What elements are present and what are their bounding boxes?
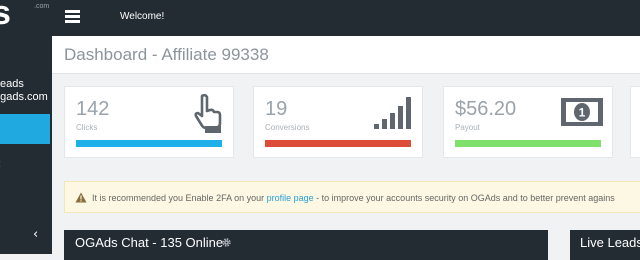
- hamburger-icon[interactable]: [65, 10, 80, 23]
- stat-value: $56.20: [455, 98, 517, 120]
- page-title: Dashboard - Affiliate 99338: [64, 45, 269, 64]
- alert-text-before: It is recommended you Enable 2FA on your: [92, 193, 267, 203]
- sidebar-collapse-icon[interactable]: ‹: [33, 227, 38, 242]
- stat-card-payout: $56.20 Payout 1: [443, 86, 613, 158]
- sidebar-item[interactable]: :: [0, 158, 1, 170]
- svg-text:1: 1: [579, 106, 586, 120]
- stat-value: 19: [265, 98, 288, 120]
- stat-label: Payout: [455, 123, 480, 132]
- logo[interactable]: s: [0, 0, 11, 33]
- welcome-text: Welcome!: [120, 11, 165, 22]
- hand-pointer-icon: [194, 94, 222, 133]
- page-header: Dashboard - Affiliate 99338: [52, 36, 640, 74]
- top-navbar: Welcome!: [52, 0, 640, 36]
- signal-bars-icon: [374, 97, 411, 129]
- profile-page-link[interactable]: profile page: [267, 193, 314, 203]
- stat-value: 142: [76, 98, 110, 120]
- progress-bar: [455, 140, 601, 147]
- sidebar: s .com eads ogads.com : ‹: [0, 0, 52, 254]
- live-leads-title: Live Leads: [580, 235, 640, 250]
- progress-bar: [76, 140, 222, 147]
- live-leads-panel-header: Live Leads: [570, 230, 640, 260]
- warning-icon: [75, 192, 87, 203]
- sidebar-user-name: eads: [0, 78, 24, 90]
- stat-card-clicks: 142 Clicks: [64, 86, 234, 158]
- logo-suffix: .com: [34, 3, 50, 10]
- alert-2fa: It is recommended you Enable 2FA on your…: [64, 181, 640, 213]
- stat-card-conversions: 19 Conversions: [253, 86, 423, 158]
- chat-panel-header: OGAds Chat - 135 Online: [64, 230, 548, 260]
- alert-text-after: - to improve your accounts security on O…: [313, 193, 615, 203]
- gear-icon[interactable]: [222, 238, 231, 247]
- stat-label: Conversions: [265, 123, 310, 132]
- sidebar-item-active[interactable]: [0, 114, 50, 144]
- money-bill-icon: 1: [561, 98, 603, 126]
- chat-title: OGAds Chat - 135 Online: [75, 235, 224, 250]
- progress-bar: [265, 140, 411, 147]
- alert-text: It is recommended you Enable 2FA on your…: [92, 193, 615, 203]
- stat-label: Clicks: [76, 123, 98, 132]
- stat-card-partial: [630, 86, 640, 158]
- sidebar-user-email: ogads.com: [0, 91, 48, 103]
